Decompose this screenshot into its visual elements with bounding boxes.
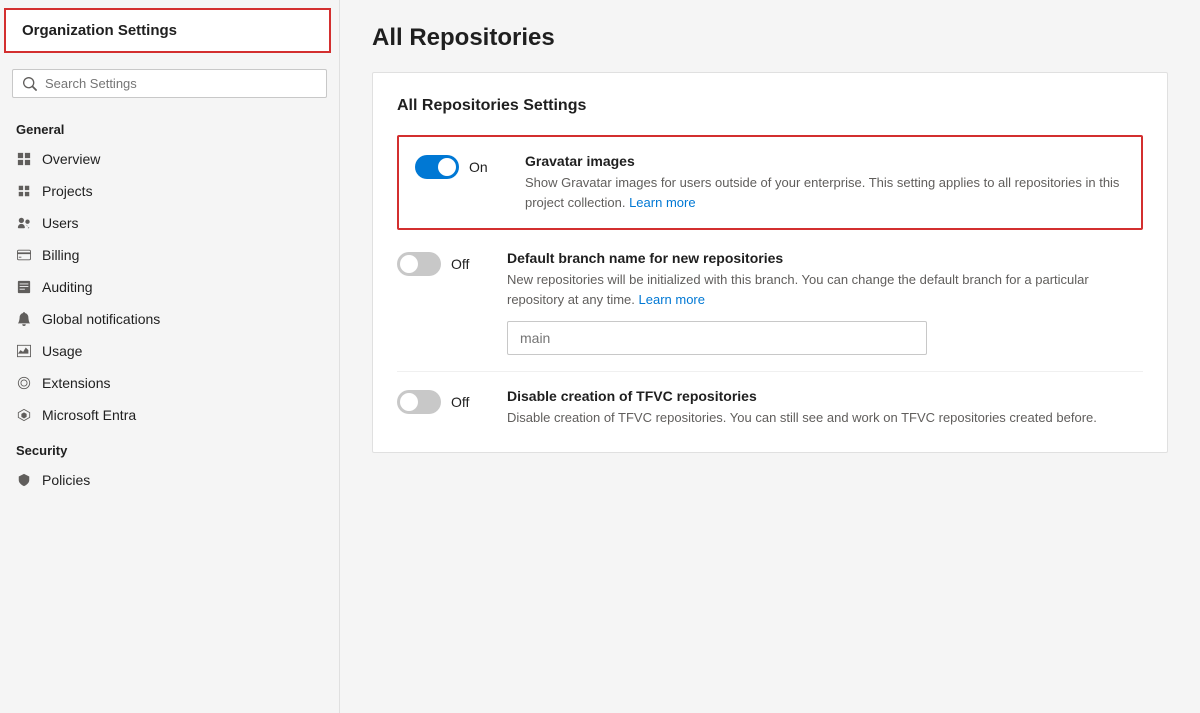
sidebar-global-notifications-label: Global notifications (42, 311, 160, 327)
sidebar-item-usage[interactable]: Usage (0, 335, 339, 367)
default-branch-setting-row: Off Default branch name for new reposito… (397, 234, 1143, 372)
gravatar-desc: Show Gravatar images for users outside o… (525, 173, 1125, 212)
gravatar-setting-row: On Gravatar images Show Gravatar images … (397, 135, 1143, 230)
tfvc-setting-row: Off Disable creation of TFVC repositorie… (397, 372, 1143, 428)
search-input[interactable] (45, 76, 316, 91)
gravatar-toggle[interactable] (415, 155, 459, 179)
sidebar-item-global-notifications[interactable]: Global notifications (0, 303, 339, 335)
tfvc-desc: Disable creation of TFVC repositories. Y… (507, 408, 1143, 428)
sidebar-nav: General Overview Projects (0, 110, 339, 713)
general-section-label: General (0, 110, 339, 143)
entra-icon (16, 407, 32, 423)
sidebar-auditing-label: Auditing (42, 279, 93, 295)
sidebar-microsoft-entra-label: Microsoft Entra (42, 407, 136, 423)
sidebar-item-auditing[interactable]: Auditing (0, 271, 339, 303)
tfvc-toggle-area: Off (397, 388, 487, 414)
users-icon (16, 215, 32, 231)
default-branch-learn-more-link[interactable]: Learn more (639, 292, 705, 307)
tfvc-name: Disable creation of TFVC repositories (507, 388, 1143, 404)
usage-icon (16, 343, 32, 359)
sidebar-item-overview[interactable]: Overview (0, 143, 339, 175)
sidebar-item-projects[interactable]: Projects (0, 175, 339, 207)
gravatar-knob (438, 158, 456, 176)
default-branch-desc: New repositories will be initialized wit… (507, 270, 1143, 309)
tfvc-toggle[interactable] (397, 390, 441, 414)
gravatar-toggle-label: On (469, 159, 488, 175)
gravatar-slider (415, 155, 459, 179)
extensions-icon (16, 375, 32, 391)
auditing-icon (16, 279, 32, 295)
sidebar-item-billing[interactable]: Billing (0, 239, 339, 271)
page-title: All Repositories (372, 24, 1168, 52)
gravatar-info: Gravatar images Show Gravatar images for… (525, 153, 1125, 212)
branch-name-input[interactable] (507, 321, 927, 355)
sidebar-item-microsoft-entra[interactable]: Microsoft Entra (0, 399, 339, 431)
notifications-icon (16, 311, 32, 327)
default-branch-knob (400, 255, 418, 273)
sidebar-policies-label: Policies (42, 472, 90, 488)
tfvc-toggle-label: Off (451, 394, 469, 410)
gravatar-toggle-area: On (415, 153, 505, 179)
default-branch-toggle-label: Off (451, 256, 469, 272)
sidebar-usage-label: Usage (42, 343, 82, 359)
default-branch-desc-text: New repositories will be initialized wit… (507, 272, 1089, 307)
billing-icon (16, 247, 32, 263)
default-branch-toggle[interactable] (397, 252, 441, 276)
security-section-label: Security (0, 431, 339, 464)
sidebar-item-extensions[interactable]: Extensions (0, 367, 339, 399)
sidebar-overview-label: Overview (42, 151, 100, 167)
main-content: All Repositories All Repositories Settin… (340, 0, 1200, 713)
grid-icon (16, 151, 32, 167)
settings-card: All Repositories Settings On Gravatar im… (372, 72, 1168, 453)
search-icon (23, 77, 37, 91)
tfvc-knob (400, 393, 418, 411)
policies-icon (16, 472, 32, 488)
card-title: All Repositories Settings (397, 97, 1143, 115)
default-branch-info: Default branch name for new repositories… (507, 250, 1143, 355)
search-box[interactable] (12, 69, 327, 98)
gravatar-desc-text: Show Gravatar images for users outside o… (525, 175, 1119, 210)
default-branch-slider (397, 252, 441, 276)
sidebar-billing-label: Billing (42, 247, 79, 263)
sidebar: Organization Settings General Overview (0, 0, 340, 713)
projects-icon (16, 183, 32, 199)
tfvc-slider (397, 390, 441, 414)
sidebar-item-policies[interactable]: Policies (0, 464, 339, 496)
tfvc-info: Disable creation of TFVC repositories Di… (507, 388, 1143, 428)
gravatar-name: Gravatar images (525, 153, 1125, 169)
default-branch-name: Default branch name for new repositories (507, 250, 1143, 266)
sidebar-extensions-label: Extensions (42, 375, 110, 391)
gravatar-learn-more-link[interactable]: Learn more (629, 195, 695, 210)
sidebar-projects-label: Projects (42, 183, 93, 199)
org-settings-title: Organization Settings (4, 8, 331, 53)
sidebar-users-label: Users (42, 215, 79, 231)
default-branch-toggle-area: Off (397, 250, 487, 276)
sidebar-item-users[interactable]: Users (0, 207, 339, 239)
